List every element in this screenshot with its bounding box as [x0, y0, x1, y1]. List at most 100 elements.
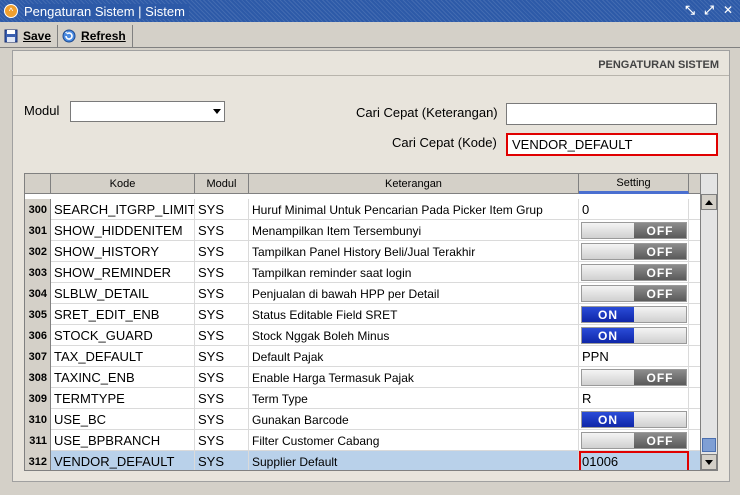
cell-setting[interactable]: OFF: [579, 241, 689, 262]
vertical-scrollbar[interactable]: [700, 174, 717, 470]
table-row[interactable]: 307 TAX_DEFAULT SYS Default Pajak PPN: [25, 346, 701, 367]
cell-setting[interactable]: ON: [579, 304, 689, 325]
cell-kode[interactable]: TAXINC_ENB: [51, 367, 195, 388]
cari-keterangan-input[interactable]: [506, 103, 717, 125]
table-row[interactable]: 302 SHOW_HISTORY SYS Tampilkan Panel Histor…: [25, 241, 701, 262]
cell-keterangan[interactable]: Tampilkan reminder saat login: [249, 262, 579, 283]
table-row[interactable]: 304 SLBLW_DETAIL SYS Penjualan di bawah HPP…: [25, 283, 701, 304]
toggle-switch[interactable]: ON: [581, 306, 687, 323]
setting-value[interactable]: PPN: [582, 349, 609, 364]
toggle-switch[interactable]: OFF: [581, 432, 687, 449]
cell-kode[interactable]: SHOW_REMINDER: [51, 262, 195, 283]
cell-modul[interactable]: SYS: [195, 409, 249, 430]
table-row[interactable]: 312 VENDOR_DEFAULT SYS Supplier Default 0100…: [25, 451, 701, 470]
cell-modul[interactable]: SYS: [195, 367, 249, 388]
restore-icon[interactable]: ⤡: [682, 2, 698, 18]
table-row[interactable]: 301 SHOW_HIDDENITEM SYS Menampilkan Item Te…: [25, 220, 701, 241]
table-row[interactable]: 303 SHOW_REMINDER SYS Tampilkan reminder sa…: [25, 262, 701, 283]
table-row[interactable]: 308 TAXINC_ENB SYS Enable Harga Termasuk Pa…: [25, 367, 701, 388]
cell-modul[interactable]: SYS: [195, 430, 249, 451]
cell-keterangan[interactable]: Stock Nggak Boleh Minus: [249, 325, 579, 346]
column-header-kode[interactable]: Kode: [51, 174, 195, 194]
table-row[interactable]: 310 USE_BC SYS Gunakan Barcode ON: [25, 409, 701, 430]
window-title-bar: ^ Pengaturan Sistem | Sistem ⤡ ⤢ ✕: [0, 0, 740, 22]
cell-setting[interactable]: OFF: [579, 262, 689, 283]
cell-kode[interactable]: SRET_EDIT_ENB: [51, 304, 195, 325]
toggle-switch[interactable]: OFF: [581, 222, 687, 239]
cari-kode-input[interactable]: VENDOR_DEFAULT: [506, 133, 718, 156]
cell-kode[interactable]: TERMTYPE: [51, 388, 195, 409]
cell-modul[interactable]: SYS: [195, 220, 249, 241]
refresh-icon: [62, 29, 76, 43]
cell-modul[interactable]: SYS: [195, 262, 249, 283]
save-button[interactable]: Save: [0, 24, 59, 47]
cell-modul[interactable]: SYS: [195, 304, 249, 325]
cell-setting[interactable]: ON: [579, 409, 689, 430]
cell-kode[interactable]: TAX_DEFAULT: [51, 346, 195, 367]
cell-keterangan[interactable]: Supplier Default: [249, 451, 579, 470]
modul-select[interactable]: [70, 101, 225, 122]
cell-keterangan[interactable]: Gunakan Barcode: [249, 409, 579, 430]
cell-keterangan[interactable]: Enable Harga Termasuk Pajak: [249, 367, 579, 388]
cell-kode[interactable]: USE_BC: [51, 409, 195, 430]
cell-keterangan[interactable]: Filter Customer Cabang: [249, 430, 579, 451]
cell-setting[interactable]: OFF: [579, 367, 689, 388]
table-row[interactable]: 306 STOCK_GUARD SYS Stock Nggak Boleh Minus…: [25, 325, 701, 346]
cell-setting[interactable]: ON: [579, 325, 689, 346]
cell-kode[interactable]: STOCK_GUARD: [51, 325, 195, 346]
cell-setting[interactable]: OFF: [579, 283, 689, 304]
scroll-up-button[interactable]: [701, 194, 717, 210]
row-number: 310: [25, 409, 51, 430]
toggle-switch[interactable]: ON: [581, 411, 687, 428]
cell-modul[interactable]: SYS: [195, 241, 249, 262]
column-header-modul[interactable]: Modul: [195, 174, 249, 194]
cell-modul[interactable]: SYS: [195, 325, 249, 346]
toggle-switch[interactable]: OFF: [581, 285, 687, 302]
cell-keterangan[interactable]: Default Pajak: [249, 346, 579, 367]
scroll-down-button[interactable]: [701, 454, 717, 470]
toggle-switch[interactable]: OFF: [581, 243, 687, 260]
table-row[interactable]: 309 TERMTYPE SYS Term Type R: [25, 388, 701, 409]
cell-modul[interactable]: SYS: [195, 388, 249, 409]
cell-kode[interactable]: VENDOR_DEFAULT: [51, 451, 195, 470]
cell-setting[interactable]: R: [579, 388, 689, 409]
cell-keterangan[interactable]: Menampilkan Item Tersembunyi: [249, 220, 579, 241]
cell-setting[interactable]: 01006: [579, 451, 689, 470]
modul-label: Modul: [24, 103, 60, 118]
cell-setting[interactable]: 0: [579, 199, 689, 220]
close-icon[interactable]: ✕: [720, 2, 736, 18]
toggle-switch[interactable]: OFF: [581, 264, 687, 281]
cell-setting[interactable]: OFF: [579, 430, 689, 451]
cell-modul[interactable]: SYS: [195, 283, 249, 304]
refresh-button[interactable]: Refresh: [58, 24, 133, 47]
table-row[interactable]: 311 USE_BPBRANCH SYS Filter Customer Cabang…: [25, 430, 701, 451]
chevron-down-icon[interactable]: [213, 109, 221, 114]
column-header-setting[interactable]: Setting: [579, 174, 689, 194]
cell-setting[interactable]: PPN: [579, 346, 689, 367]
column-header-keterangan[interactable]: Keterangan: [249, 174, 579, 194]
cell-keterangan[interactable]: Penjualan di bawah HPP per Detail: [249, 283, 579, 304]
toggle-switch[interactable]: OFF: [581, 369, 687, 386]
cell-modul[interactable]: SYS: [195, 346, 249, 367]
toggle-switch[interactable]: ON: [581, 327, 687, 344]
cell-kode[interactable]: SEARCH_ITGRP_LIMIT: [51, 199, 195, 220]
cell-modul[interactable]: SYS: [195, 199, 249, 220]
cell-setting[interactable]: OFF: [579, 220, 689, 241]
cell-keterangan[interactable]: Status Editable Field SRET: [249, 304, 579, 325]
setting-value[interactable]: R: [582, 391, 591, 406]
cell-kode[interactable]: USE_BPBRANCH: [51, 430, 195, 451]
setting-value[interactable]: 0: [582, 202, 589, 217]
scroll-thumb[interactable]: [702, 438, 716, 452]
table-row[interactable]: 300 SEARCH_ITGRP_LIMIT SYS Huruf Minimal Un…: [25, 199, 701, 220]
cell-kode[interactable]: SLBLW_DETAIL: [51, 283, 195, 304]
table-row[interactable]: 305 SRET_EDIT_ENB SYS Status Editable Field…: [25, 304, 701, 325]
cell-modul[interactable]: SYS: [195, 451, 249, 470]
cell-keterangan[interactable]: Huruf Minimal Untuk Pencarian Pada Picke…: [249, 199, 579, 220]
cell-keterangan[interactable]: Tampilkan Panel History Beli/Jual Terakh…: [249, 241, 579, 262]
row-number-header: [25, 174, 51, 194]
cell-keterangan[interactable]: Term Type: [249, 388, 579, 409]
maximize-icon[interactable]: ⤢: [701, 2, 717, 18]
cell-kode[interactable]: SHOW_HIDDENITEM: [51, 220, 195, 241]
cell-kode[interactable]: SHOW_HISTORY: [51, 241, 195, 262]
window-controls: ⤡ ⤢ ✕: [682, 2, 736, 18]
